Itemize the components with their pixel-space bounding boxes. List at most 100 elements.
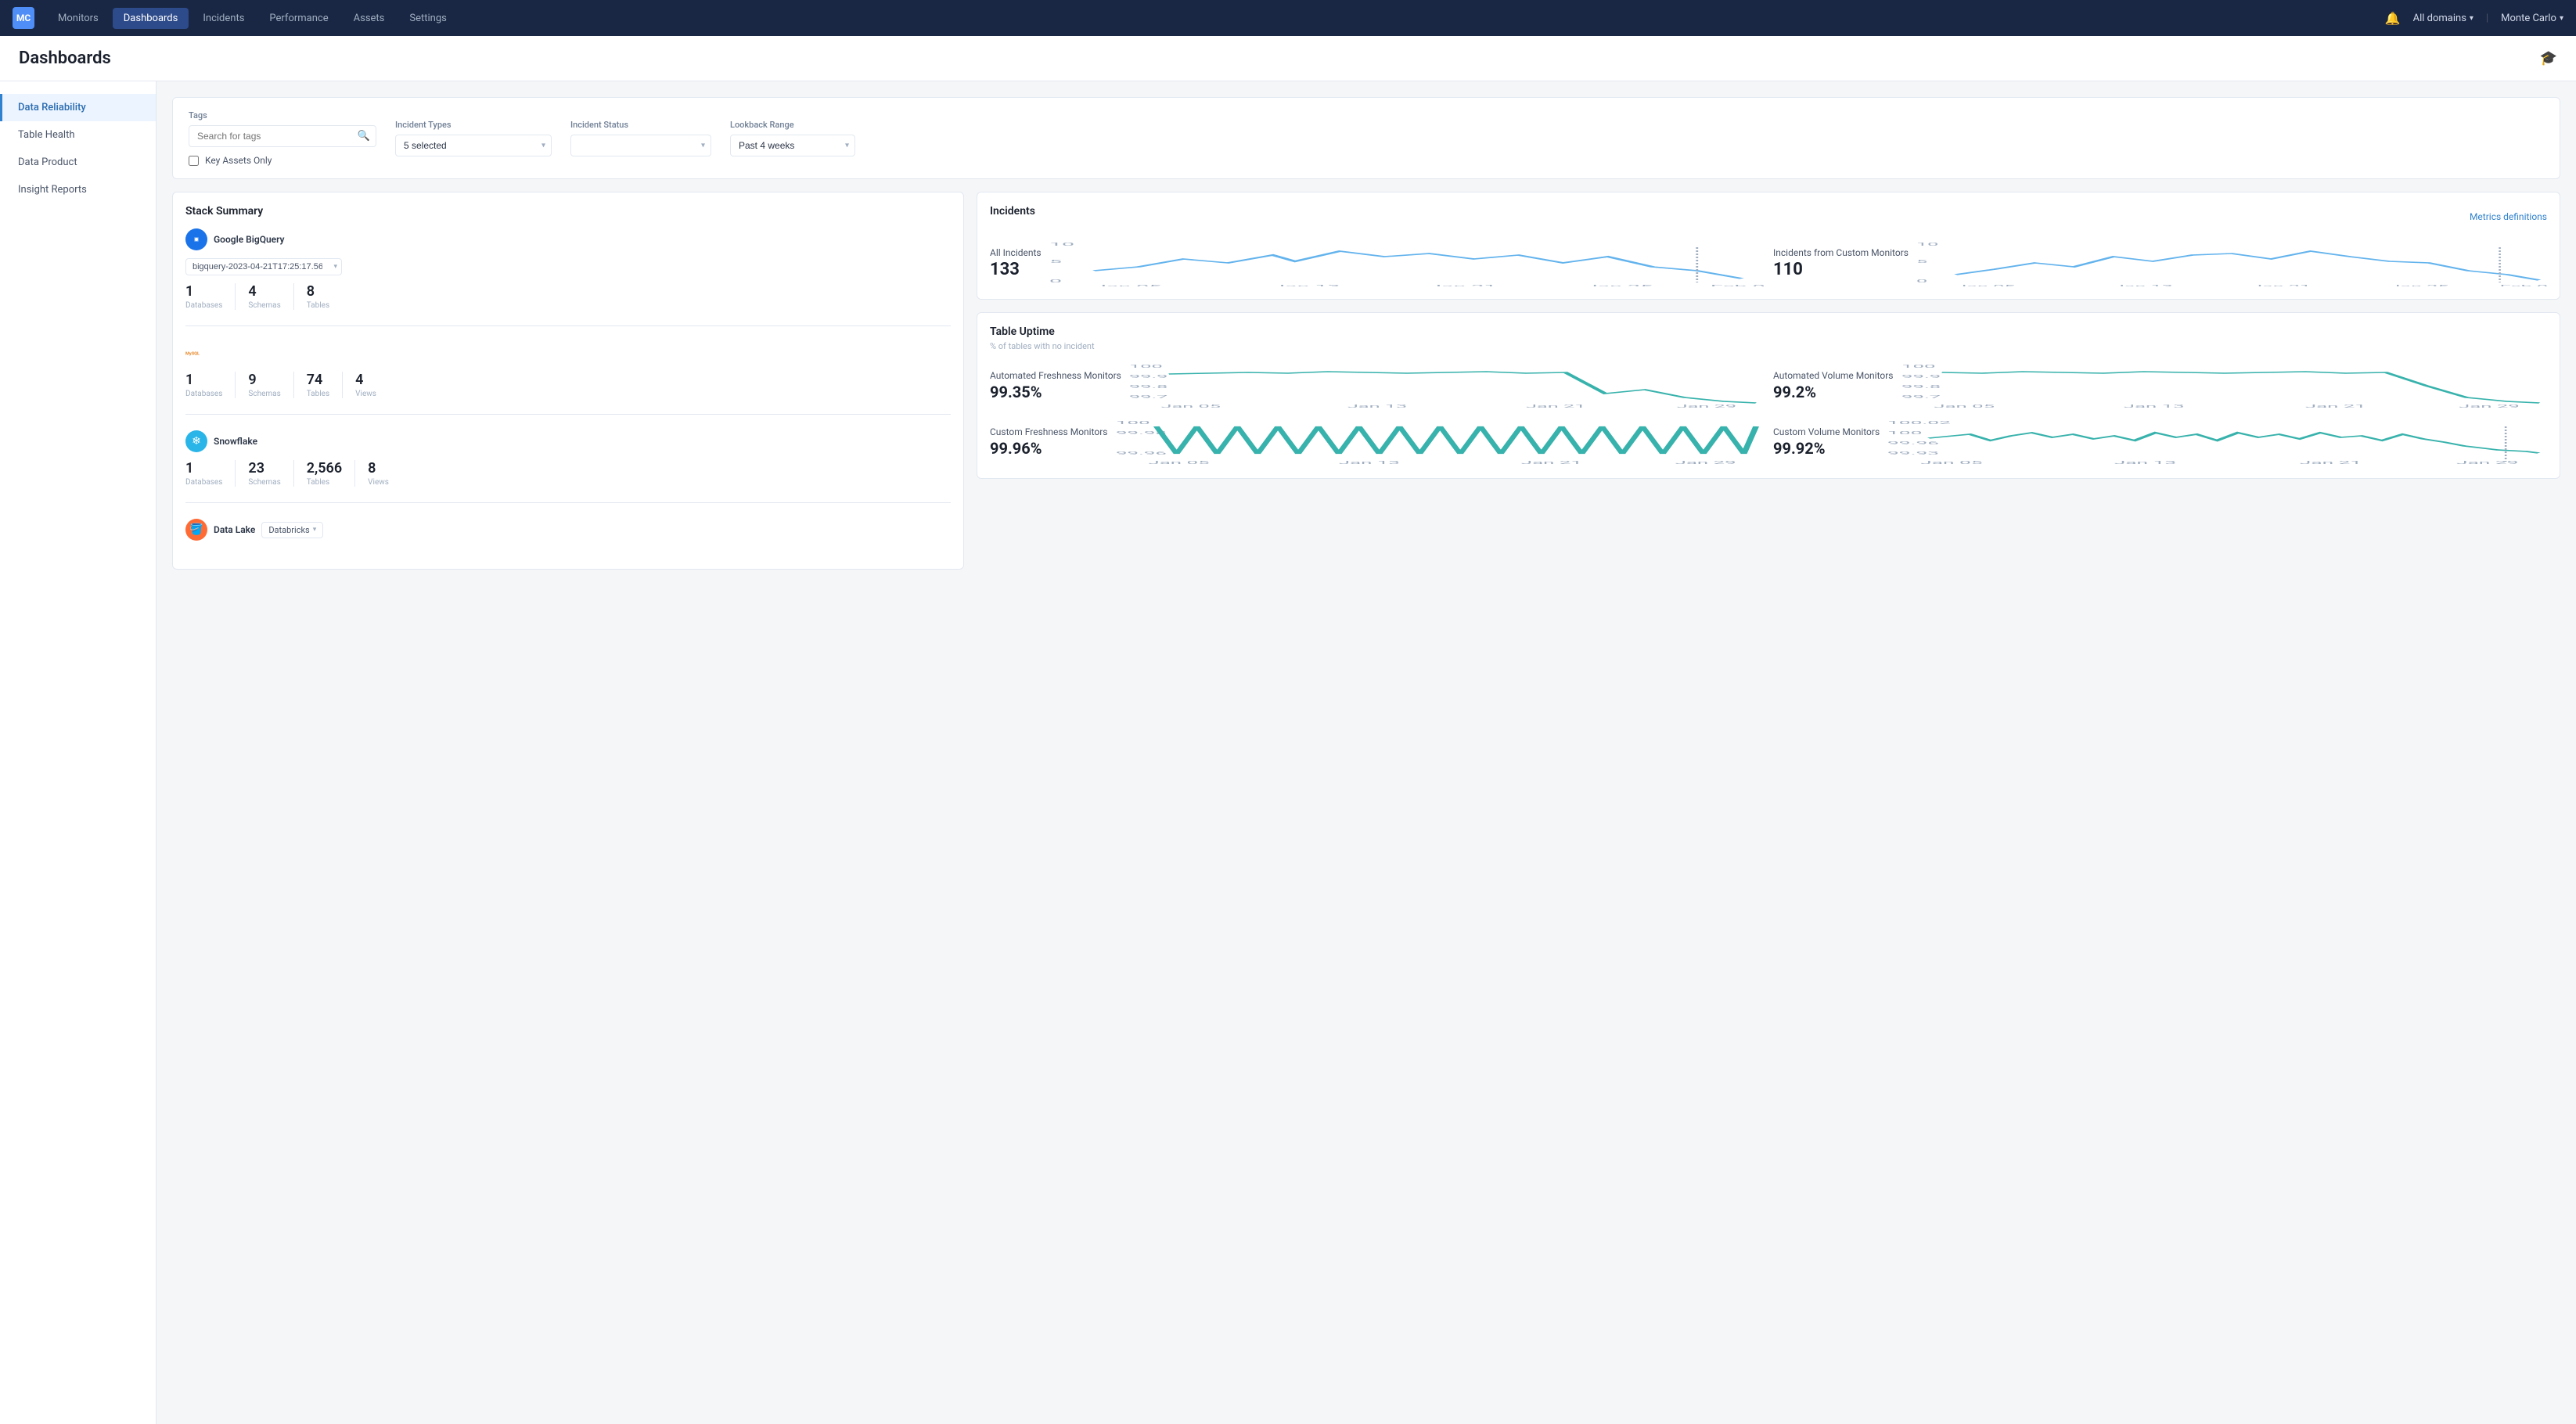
auto-fresh-value: 99.35% (990, 383, 1121, 401)
svg-text:Feb 0: Feb 0 (2500, 285, 2547, 286)
metrics-definitions-link[interactable]: Metrics definitions (2470, 211, 2547, 222)
svg-text:0: 0 (1916, 279, 1927, 284)
svg-text:Jan 05: Jan 05 (1934, 404, 1995, 408)
snowflake-stats: 1 Databases 23 Schemas 2,566 Tables 8 (185, 460, 951, 487)
stack-entry-snowflake: ❄ Snowflake 1 Databases 23 Schemas (185, 430, 951, 503)
mysql-tables: 74 Tables (307, 372, 343, 398)
snowflake-views: 8 Views (368, 460, 401, 487)
svg-text:0: 0 (1049, 279, 1062, 284)
bigquery-databases: 1 Databases (185, 283, 236, 310)
databricks-label: Databricks (268, 525, 309, 535)
all-incidents-value: 133 (990, 260, 1042, 279)
lookback-label: Lookback Range (730, 120, 855, 130)
svg-text:Jan 13: Jan 13 (2114, 285, 2173, 286)
svg-text:Jan 21: Jan 21 (2300, 460, 2362, 465)
notification-bell-icon[interactable]: 🔔 (2385, 11, 2401, 26)
table-uptime-title: Table Uptime (990, 325, 2547, 338)
databricks-chevron-icon: ▾ (313, 526, 317, 534)
user-menu[interactable]: Monte Carlo ▾ (2501, 13, 2563, 24)
custom-monitors-label: Incidents from Custom Monitors (1773, 247, 1909, 258)
nav-performance[interactable]: Performance (258, 8, 339, 29)
incident-types-select[interactable]: 5 selected (395, 135, 552, 156)
filter-bar: Tags 🔍 Key Assets Only Incident Types 5 … (172, 97, 2560, 179)
auto-vol-value: 99.2% (1773, 383, 1894, 401)
tags-filter-group: Tags 🔍 Key Assets Only (189, 110, 376, 166)
mysql-views: 4 Views (355, 372, 389, 398)
custom-monitors-chart: 10 5 0 Jan 05 Jan 13 Jan 21 Jan 25 F (1916, 239, 2547, 286)
svg-text:Feb 0: Feb 0 (1710, 285, 1764, 286)
nav-settings[interactable]: Settings (398, 8, 457, 29)
bigquery-version-select[interactable]: bigquery-2023-04-21T17:25:17.565Z (185, 258, 342, 275)
svg-text:Jan 29: Jan 29 (1676, 405, 1736, 409)
bigquery-tables: 8 Tables (307, 283, 342, 310)
svg-text:Jan 05: Jan 05 (1148, 460, 1209, 465)
table-uptime-card: Table Uptime % of tables with no inciden… (977, 312, 2560, 479)
table-uptime-subtitle: % of tables with no incident (990, 341, 2547, 351)
incident-types-filter-group: Incident Types 5 selected ▾ (395, 120, 552, 156)
main-layout: Data Reliability Table Health Data Produ… (0, 81, 2576, 1424)
svg-text:5: 5 (1049, 260, 1062, 264)
stack-entry-bigquery: Google BigQuery bigquery-2023-04-21T17:2… (185, 228, 951, 326)
svg-text:Jan 13: Jan 13 (1338, 460, 1399, 465)
svg-text:99.93: 99.93 (1887, 451, 1939, 455)
page-title: Dashboards (19, 49, 111, 68)
snowflake-name: Snowflake (214, 436, 257, 447)
bigquery-name: Google BigQuery (214, 234, 285, 245)
sidebar-item-insight-reports[interactable]: Insight Reports (0, 176, 156, 203)
incidents-grid: All Incidents 133 10 5 0 Ja (990, 239, 2547, 286)
user-chevron-icon: ▾ (2560, 14, 2563, 23)
incidents-card: Incidents Metrics definitions All Incide… (977, 192, 2560, 300)
search-icon: 🔍 (358, 131, 370, 142)
lookback-select[interactable]: Past 4 weeks (730, 135, 855, 156)
snowflake-schemas: 23 Schemas (248, 460, 293, 487)
bigquery-stats: 1 Databases 4 Schemas 8 Tables (185, 283, 951, 310)
databricks-badge[interactable]: Databricks ▾ (261, 522, 323, 538)
incident-status-select[interactable] (570, 135, 711, 156)
svg-text:Jan 29: Jan 29 (2458, 404, 2519, 408)
auto-vol-label: Automated Volume Monitors (1773, 370, 1894, 381)
all-incidents-label: All Incidents (990, 247, 1042, 258)
svg-text:Jan 21: Jan 21 (1429, 285, 1496, 286)
svg-text:10: 10 (1049, 243, 1074, 247)
svg-text:99.7: 99.7 (1901, 394, 1941, 399)
key-assets-label: Key Assets Only (205, 155, 272, 166)
svg-text:Jan 05: Jan 05 (1955, 285, 2015, 286)
custom-vol-value: 99.92% (1773, 439, 1880, 458)
sidebar-item-data-reliability[interactable]: Data Reliability (0, 94, 156, 121)
stack-entry-mysql: MySQL 1 Databases 9 Schemas 74 (185, 342, 951, 415)
uptime-auto-fresh: Automated Freshness Monitors 99.35% 100 … (990, 362, 1764, 409)
domain-selector[interactable]: All domains ▾ (2413, 13, 2473, 24)
incident-status-label: Incident Status (570, 120, 711, 130)
uptime-custom-fresh: Custom Freshness Monitors 99.96% 100 99.… (990, 419, 1764, 466)
svg-text:Jan 29: Jan 29 (1675, 460, 1736, 465)
svg-text:Jan 21: Jan 21 (1520, 460, 1581, 465)
nav-separator: | (2486, 13, 2488, 24)
custom-fresh-label: Custom Freshness Monitors (990, 426, 1108, 437)
all-incidents-chart: 10 5 0 Jan 05 Jan 13 Jan 21 Jan 25 F (1049, 239, 1764, 286)
sidebar-item-table-health[interactable]: Table Health (0, 121, 156, 149)
uptime-auto-vol: Automated Volume Monitors 99.2% 100 99.9… (1773, 362, 2547, 409)
svg-text:99.9: 99.9 (1901, 374, 1941, 379)
auto-fresh-label: Automated Freshness Monitors (990, 370, 1121, 381)
svg-text:99.8: 99.8 (1129, 385, 1167, 390)
tags-search-input[interactable] (189, 125, 376, 147)
svg-text:Jan 21: Jan 21 (2251, 285, 2311, 286)
sidebar-item-data-product[interactable]: Data Product (0, 149, 156, 176)
nav-monitors[interactable]: Monitors (47, 8, 110, 29)
page-header: Dashboards 🎓 (0, 36, 2576, 81)
domain-label: All domains (2413, 13, 2466, 24)
bigquery-schemas: 4 Schemas (248, 283, 293, 310)
key-assets-checkbox[interactable] (189, 156, 199, 166)
stack-summary-card: Stack Summary Google BigQuery bigquery-2… (172, 192, 964, 570)
incident-item-all: All Incidents 133 10 5 0 Ja (990, 239, 1764, 286)
nav-incidents[interactable]: Incidents (192, 8, 255, 29)
datalake-name: Data Lake (214, 524, 255, 535)
dashboard-grid: Stack Summary Google BigQuery bigquery-2… (172, 192, 2560, 570)
nav-dashboards[interactable]: Dashboards (113, 8, 189, 29)
nav-assets[interactable]: Assets (343, 8, 396, 29)
uptime-custom-vol: Custom Volume Monitors 99.92% 100.02 100… (1773, 419, 2547, 466)
svg-text:100: 100 (1887, 430, 1922, 435)
svg-text:Jan 25: Jan 25 (1585, 285, 1653, 286)
uptime-grid: Automated Freshness Monitors 99.35% 100 … (990, 362, 2547, 466)
custom-vol-label: Custom Volume Monitors (1773, 426, 1880, 437)
